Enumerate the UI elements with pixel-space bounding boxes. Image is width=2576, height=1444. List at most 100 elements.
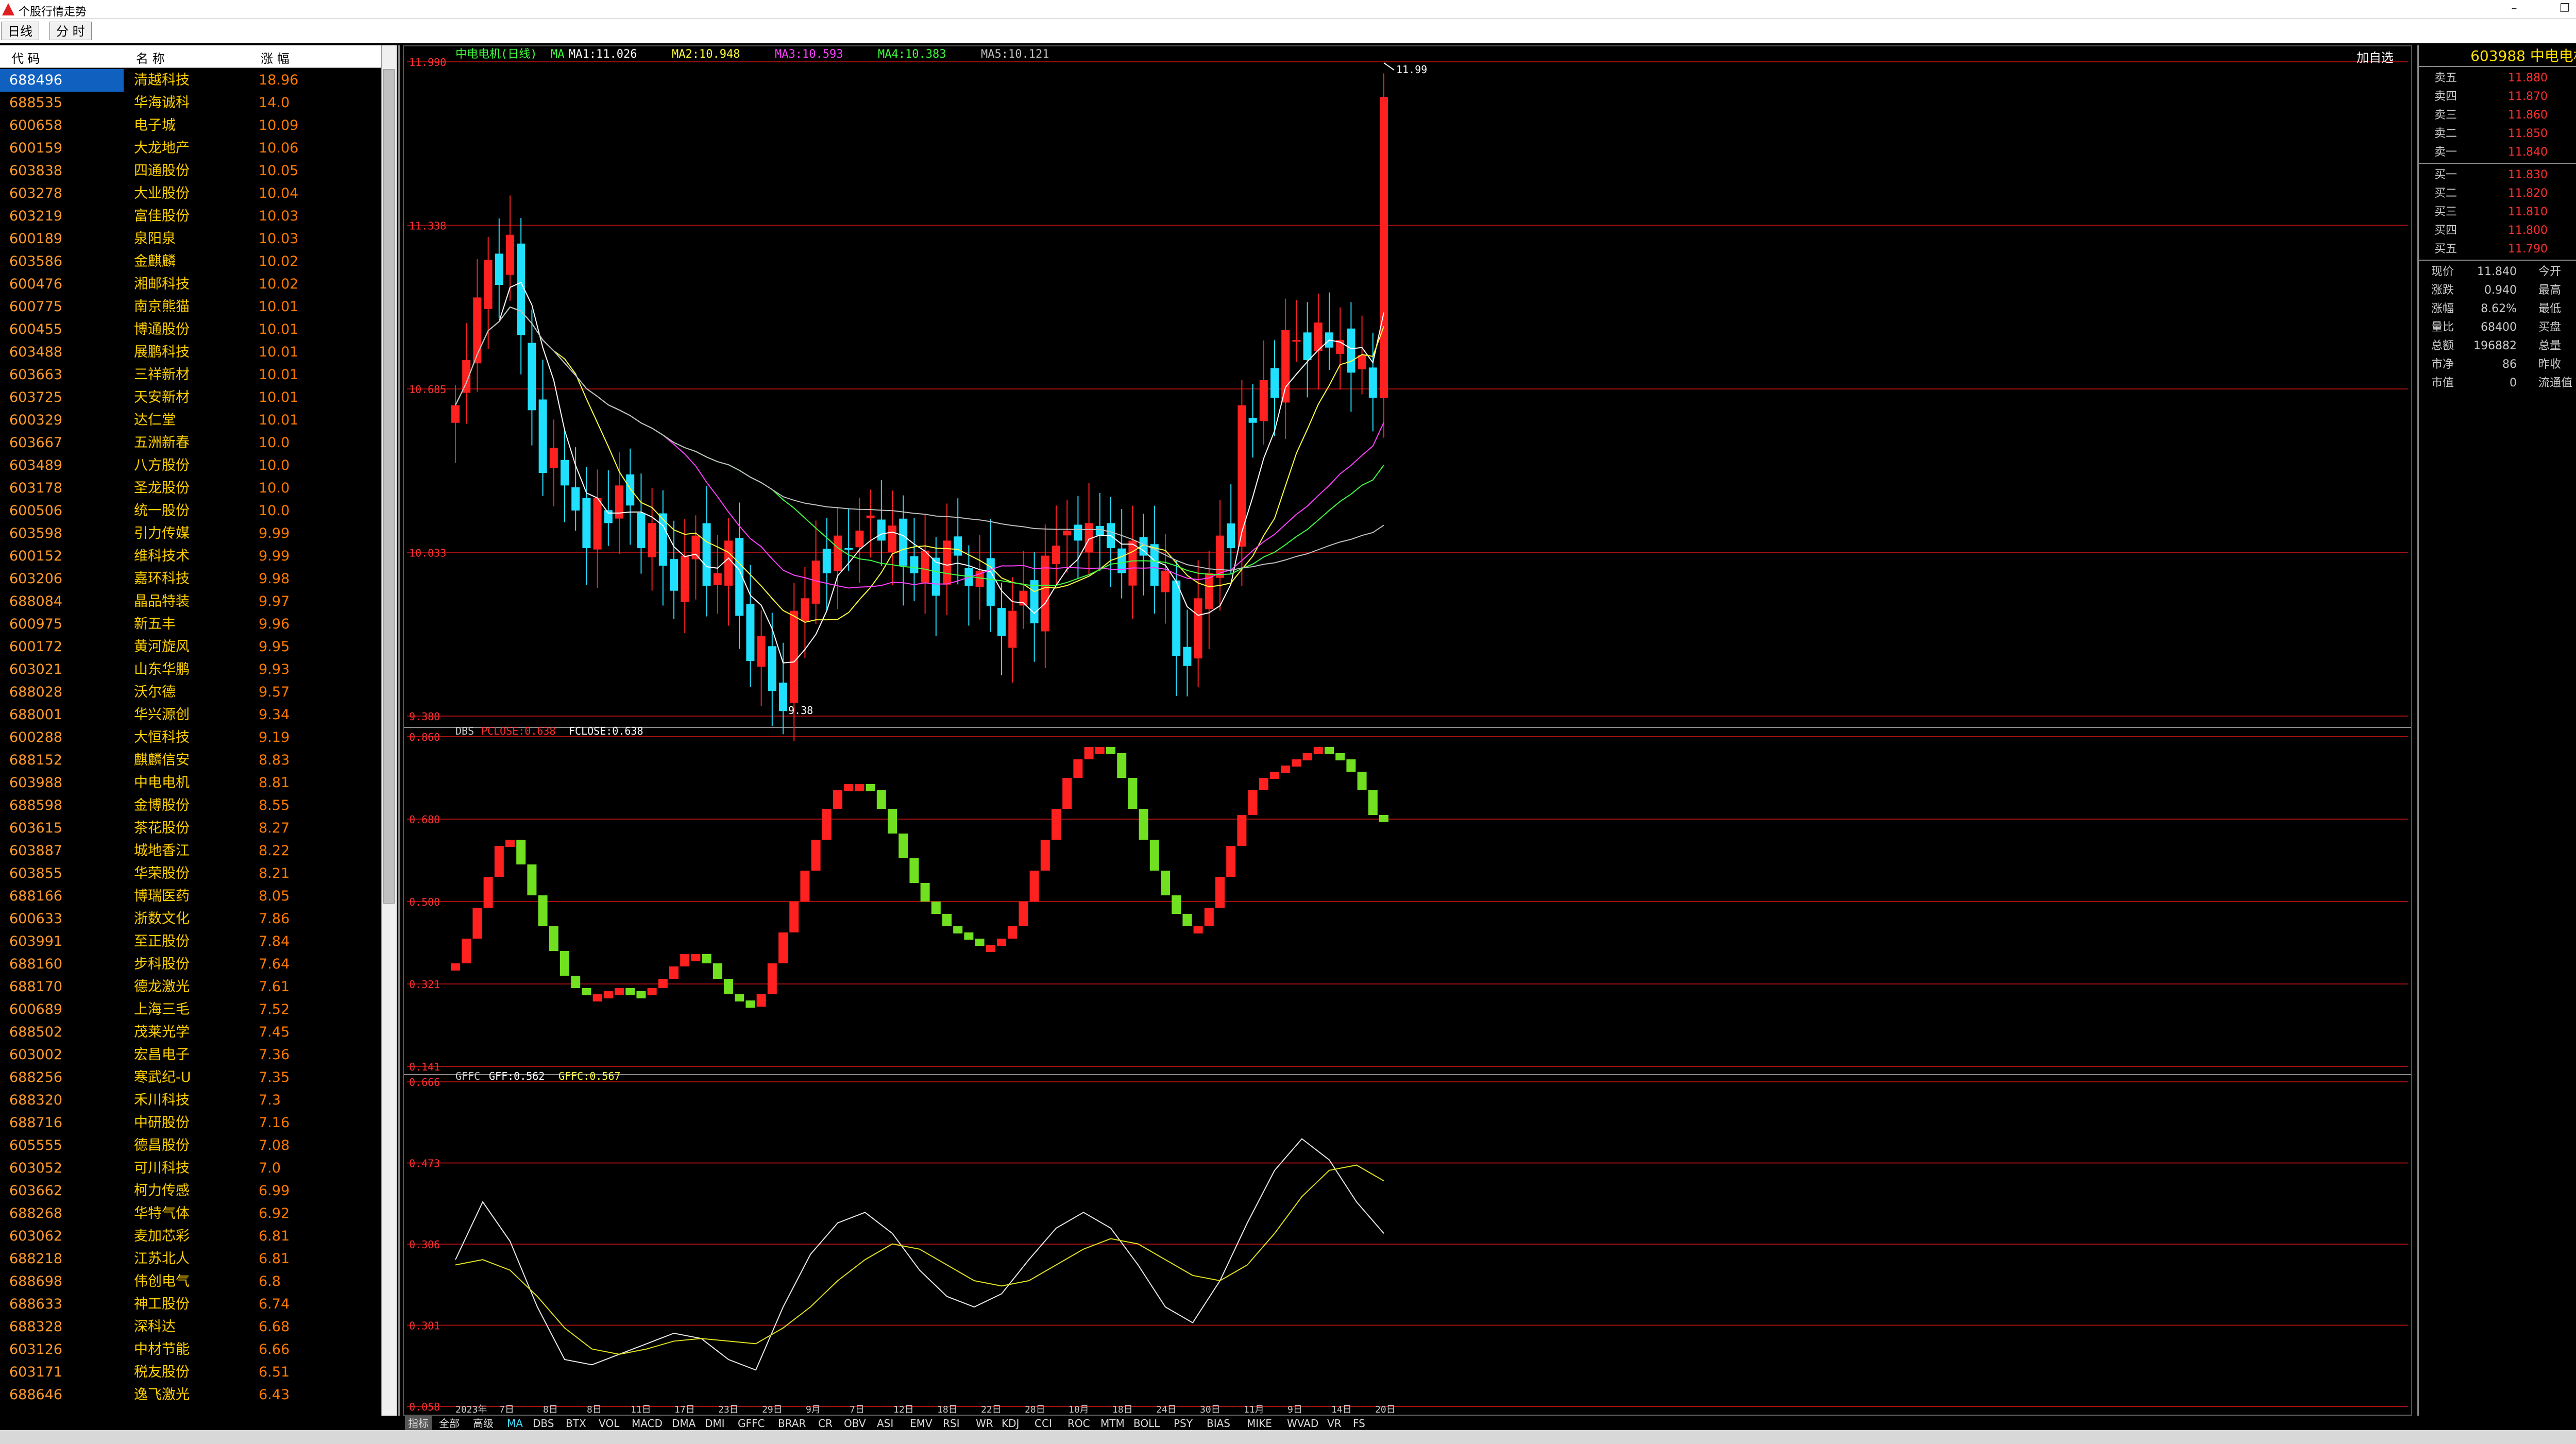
list-item[interactable]: 603991 至正股份 7.84 — [0, 930, 381, 953]
indicator-tab-emv[interactable]: EMV — [910, 1416, 933, 1431]
header-change[interactable]: 涨 幅 — [261, 48, 290, 66]
list-item[interactable]: 688633 神工股份 6.74 — [0, 1293, 381, 1316]
indicator-tab-psy[interactable]: PSY — [1174, 1416, 1193, 1431]
list-item[interactable]: 603488 展鹏科技 10.01 — [0, 341, 381, 364]
list-item[interactable]: 688268 华特气体 6.92 — [0, 1202, 381, 1225]
stock-chart[interactable]: 11.990 11.338 10.685 10.033 9.380 0.860 0.680 0… — [404, 46, 2411, 1415]
list-item[interactable]: 688646 逸飞激光 6.43 — [0, 1384, 381, 1406]
list-item[interactable]: 600775 南京熊猫 10.01 — [0, 296, 381, 318]
indicator-tab-btx[interactable]: BTX — [566, 1416, 586, 1431]
indicator-tab-roc[interactable]: ROC — [1067, 1416, 1090, 1431]
list-item[interactable]: 603662 柯力传感 6.99 — [0, 1180, 381, 1202]
list-item[interactable]: 688170 德龙激光 7.61 — [0, 976, 381, 998]
list-item[interactable]: 688698 伟创电气 6.8 — [0, 1270, 381, 1293]
list-item[interactable]: 600658 电子城 10.09 — [0, 114, 381, 137]
indicator-tab-boll[interactable]: BOLL — [1133, 1416, 1160, 1431]
add-watchlist-button[interactable]: 加自选 — [2357, 50, 2394, 65]
list-item[interactable]: 603219 富佳股份 10.03 — [0, 205, 381, 228]
list-item[interactable]: 603615 茶花股份 8.27 — [0, 817, 381, 840]
list-item[interactable]: 600152 维科技术 9.99 — [0, 545, 381, 568]
list-item[interactable]: 603887 城地香江 8.22 — [0, 840, 381, 862]
list-item[interactable]: 600476 湘邮科技 10.02 — [0, 273, 381, 296]
indicator-tab-kdj[interactable]: KDJ — [1002, 1416, 1019, 1431]
indicator-tab-asi[interactable]: ASI — [877, 1416, 893, 1431]
list-item[interactable]: 600689 上海三毛 7.52 — [0, 998, 381, 1021]
list-item[interactable]: 603278 大业股份 10.04 — [0, 182, 381, 205]
indicator-tab-mtm[interactable]: MTM — [1100, 1416, 1125, 1431]
stock-code: 688256 — [9, 1069, 63, 1085]
list-item[interactable]: 600159 大龙地产 10.06 — [0, 137, 381, 160]
minimize-button[interactable]: – — [2499, 0, 2530, 19]
list-item[interactable]: 603206 嘉环科技 9.98 — [0, 568, 381, 590]
chart-area[interactable]: 11.990 11.338 10.685 10.033 9.380 0.860 0.680 0… — [403, 45, 2412, 1416]
indicator-tab-ma[interactable]: MA — [507, 1416, 523, 1431]
indicator-tab-高级[interactable]: 高级 — [473, 1416, 494, 1431]
list-item[interactable]: 603489 八方股份 10.0 — [0, 454, 381, 477]
tab-daily[interactable]: 日线 — [1, 22, 39, 40]
indicator-tab-dmi[interactable]: DMI — [705, 1416, 725, 1431]
list-item[interactable]: 603725 天安新材 10.01 — [0, 386, 381, 409]
header-code[interactable]: 代 码 — [11, 48, 40, 66]
list-item[interactable]: 603838 四通股份 10.05 — [0, 160, 381, 182]
header-name[interactable]: 名 称 — [136, 48, 165, 66]
list-item[interactable]: 600329 达仁堂 10.01 — [0, 409, 381, 432]
indicator-tab-cci[interactable]: CCI — [1035, 1416, 1052, 1431]
list-item[interactable]: 603598 引力传媒 9.99 — [0, 522, 381, 545]
list-item[interactable]: 688716 中研股份 7.16 — [0, 1112, 381, 1134]
indicator-tab-fs[interactable]: FS — [1353, 1416, 1365, 1431]
indicator-tab-cr[interactable]: CR — [818, 1416, 833, 1431]
list-item[interactable]: 600189 泉阳泉 10.03 — [0, 228, 381, 250]
list-item[interactable]: 688320 禾川科技 7.3 — [0, 1089, 381, 1112]
list-item[interactable]: 688328 深科达 6.68 — [0, 1316, 381, 1338]
list-item[interactable]: 603988 中电电机 8.81 — [0, 772, 381, 794]
list-item[interactable]: 688028 沃尔德 9.57 — [0, 681, 381, 704]
indicator-tab-macd[interactable]: MACD — [632, 1416, 663, 1431]
list-item[interactable]: 603855 华荣股份 8.21 — [0, 862, 381, 885]
list-item[interactable]: 603002 宏昌电子 7.36 — [0, 1044, 381, 1066]
list-item[interactable]: 603171 税友股份 6.51 — [0, 1361, 381, 1384]
indicator-tab-bias[interactable]: BIAS — [1207, 1416, 1230, 1431]
list-item[interactable]: 600633 浙数文化 7.86 — [0, 908, 381, 930]
tab-intraday[interactable]: 分 时 — [49, 22, 92, 40]
indicator-tab-全部[interactable]: 全部 — [439, 1416, 460, 1431]
list-item[interactable]: 688166 博瑞医药 8.05 — [0, 885, 381, 908]
list-item[interactable]: 603052 可川科技 7.0 — [0, 1157, 381, 1180]
list-item[interactable]: 688001 华兴源创 9.34 — [0, 704, 381, 726]
indicator-tab-wr[interactable]: WR — [976, 1416, 993, 1431]
list-item[interactable]: 600288 大恒科技 9.19 — [0, 726, 381, 749]
indicator-tab-指标[interactable]: 指标 — [405, 1416, 432, 1431]
list-item[interactable]: 603586 金麒麟 10.02 — [0, 250, 381, 273]
indicator-tab-vr[interactable]: VR — [1327, 1416, 1342, 1431]
indicator-tab-dbs[interactable]: DBS — [533, 1416, 554, 1431]
list-item[interactable]: 688496 清越科技 18.96 — [0, 69, 381, 92]
list-item[interactable]: 603667 五洲新春 10.0 — [0, 432, 381, 454]
indicator-tab-mike[interactable]: MIKE — [1247, 1416, 1272, 1431]
list-item[interactable]: 603663 三祥新材 10.01 — [0, 364, 381, 386]
restore-button[interactable]: ❐ — [2549, 0, 2576, 19]
list-scroll-thumb[interactable] — [383, 69, 395, 904]
list-item[interactable]: 688084 晶品特装 9.97 — [0, 590, 381, 613]
list-item[interactable]: 688218 江苏北人 6.81 — [0, 1248, 381, 1270]
indicator-tab-vol[interactable]: VOL — [599, 1416, 619, 1431]
list-item[interactable]: 603178 圣龙股份 10.0 — [0, 477, 381, 500]
list-item[interactable]: 605555 德昌股份 7.08 — [0, 1134, 381, 1157]
indicator-tab-wvad[interactable]: WVAD — [1287, 1416, 1318, 1431]
list-item[interactable]: 600506 统一股份 10.0 — [0, 500, 381, 522]
indicator-tab-rsi[interactable]: RSI — [943, 1416, 960, 1431]
indicator-tab-gffc[interactable]: GFFC — [738, 1416, 765, 1431]
list-item[interactable]: 600455 博通股份 10.01 — [0, 318, 381, 341]
indicator-tab-obv[interactable]: OBV — [844, 1416, 866, 1431]
list-item[interactable]: 603021 山东华鹏 9.93 — [0, 658, 381, 681]
list-item[interactable]: 688256 寒武纪-U 7.35 — [0, 1066, 381, 1089]
indicator-tab-dma[interactable]: DMA — [672, 1416, 696, 1431]
list-item[interactable]: 688535 华海诚科 14.0 — [0, 92, 381, 114]
list-item[interactable]: 603062 麦加芯彩 6.81 — [0, 1225, 381, 1248]
list-item[interactable]: 688502 茂莱光学 7.45 — [0, 1021, 381, 1044]
list-item[interactable]: 688598 金博股份 8.55 — [0, 794, 381, 817]
list-item[interactable]: 688152 麒麟信安 8.83 — [0, 749, 381, 772]
indicator-tab-brar[interactable]: BRAR — [778, 1416, 806, 1431]
list-item[interactable]: 688160 步科股份 7.64 — [0, 953, 381, 976]
list-item[interactable]: 600172 黄河旋风 9.95 — [0, 636, 381, 658]
list-item[interactable]: 603126 中材节能 6.66 — [0, 1338, 381, 1361]
list-item[interactable]: 600975 新五丰 9.96 — [0, 613, 381, 636]
